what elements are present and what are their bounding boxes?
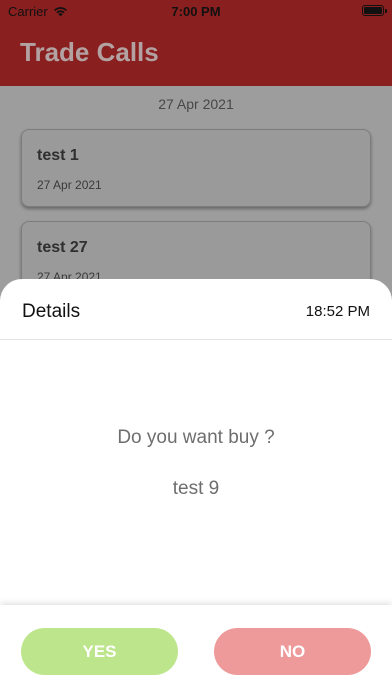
modal-time: 18:52 PM (305, 303, 370, 320)
details-modal: Details 18:52 PM Do you want buy ? test … (0, 279, 392, 696)
card-title: test 1 (37, 147, 79, 164)
modal-header: Details 18:52 PM (0, 279, 392, 340)
navigation-bar: Trade Calls (0, 22, 392, 86)
yes-button[interactable]: YES (21, 628, 178, 675)
trade-subject: test 9 (172, 478, 220, 499)
trade-call-card[interactable]: test 1 27 Apr 2021 (21, 129, 371, 207)
page-title: Trade Calls (20, 37, 159, 67)
modal-footer: YES NO (0, 605, 392, 696)
battery-icon (362, 5, 387, 16)
card-title: test 27 (37, 239, 88, 256)
date-section-header: 27 Apr 2021 (158, 96, 234, 112)
status-bar: Carrier 7:00 PM (0, 0, 392, 22)
confirmation-question: Do you want buy ? (117, 427, 275, 448)
status-time: 7:00 PM (171, 4, 221, 19)
card-date: 27 Apr 2021 (37, 178, 102, 192)
no-button[interactable]: NO (214, 628, 371, 675)
modal-title: Details (22, 301, 81, 322)
